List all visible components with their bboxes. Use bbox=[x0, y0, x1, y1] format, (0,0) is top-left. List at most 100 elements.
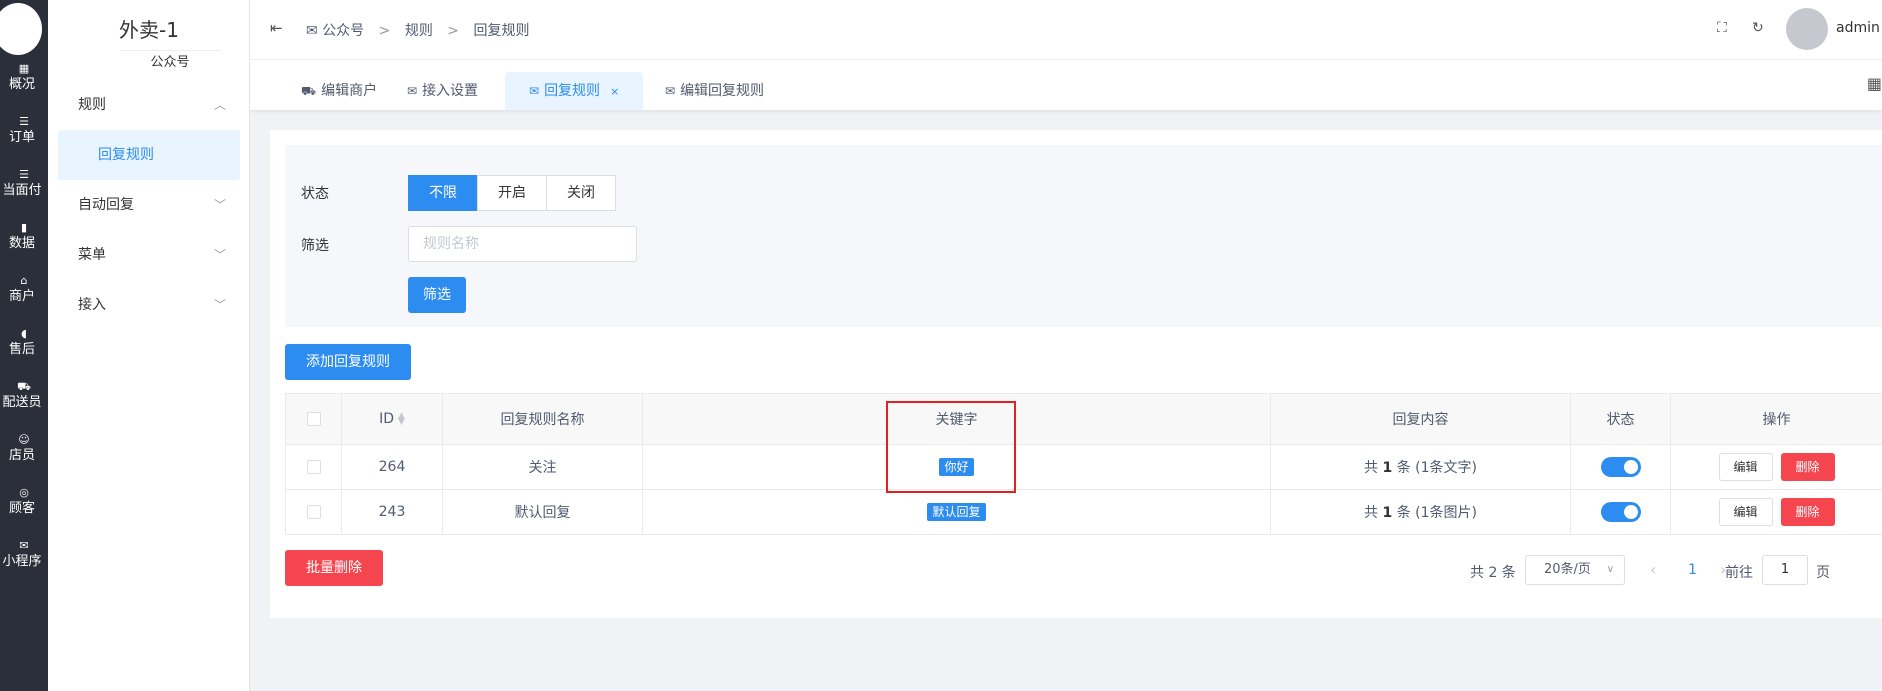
cell-id: 243 bbox=[341, 489, 443, 535]
app-rail: ▦ 概况 ☰ 订单 ☰ 当面付 ▮ 数据 ⌂ 商户 ◖ 售后 ⛟ 配送员 ☺ 店员 ◎ 顾客 ✉ 小… bbox=[0, 0, 48, 691]
rail-item-customers[interactable]: ◎ 顾客 bbox=[0, 486, 48, 518]
goto-page-input[interactable]: 1 bbox=[1762, 555, 1808, 585]
fullscreen-icon[interactable]: ⛶ bbox=[1717, 20, 1727, 36]
goto-label: 前往 bbox=[1725, 565, 1753, 581]
chevron-down-icon: ﹀ bbox=[213, 248, 226, 262]
breadcrumb-item[interactable]: 规则 bbox=[405, 23, 433, 39]
rule-name-input[interactable] bbox=[408, 226, 637, 262]
chevron-down-icon: ﹀ bbox=[213, 198, 226, 212]
prev-page-button[interactable]: ‹ bbox=[1650, 560, 1656, 579]
status-label: 状态 bbox=[301, 186, 329, 202]
column-actions: 操作 bbox=[1670, 393, 1882, 445]
menu-item-rules[interactable]: 规则 ︿ bbox=[48, 80, 250, 130]
status-all-button[interactable]: 不限 bbox=[408, 175, 478, 211]
cell-reply-content: 共 1 条 (1条图片) bbox=[1270, 489, 1571, 535]
status-toggle[interactable] bbox=[1600, 502, 1641, 522]
filter-panel: 状态 不限 开启 关闭 筛选 筛选 bbox=[285, 145, 1882, 327]
user-icon: ☺ bbox=[18, 433, 30, 446]
keyword-tag: 你好 bbox=[939, 458, 974, 476]
page-1-button[interactable]: 1 bbox=[1688, 562, 1697, 578]
edit-button[interactable]: 编辑 bbox=[1718, 498, 1773, 526]
secondary-sidebar: 外卖-1 公众号 规则 ︿ 回复规则 自动回复 ﹀ 菜单 ﹀ 接入 ﹀ bbox=[48, 0, 250, 691]
filter-button[interactable]: 筛选 bbox=[408, 277, 466, 313]
headset-icon: ◖ bbox=[21, 327, 27, 340]
rail-item-orders[interactable]: ☰ 订单 bbox=[0, 115, 48, 147]
bar-chart-icon: ▮ bbox=[20, 221, 28, 234]
top-bar: ⇤ ✉ 公众号 > 规则 > 回复规则 ⛶ ↻ admin∨ bbox=[250, 0, 1882, 60]
menu-item-menu[interactable]: 菜单 ﹀ bbox=[48, 230, 250, 280]
table-row: 243 默认回复 默认回复 共 1 条 (1条图片) 编辑 删除 bbox=[285, 489, 1882, 535]
rail-item-merchant[interactable]: ⌂ 商户 bbox=[0, 274, 48, 306]
wechat-icon: ✉ bbox=[306, 23, 318, 39]
add-reply-rule-button[interactable]: 添加回复规则 bbox=[285, 344, 411, 380]
table-row: 264 关注 你好 共 1 条 (1条文字) 编辑 删除 bbox=[285, 444, 1882, 490]
delete-button[interactable]: 删除 bbox=[1780, 453, 1835, 481]
reply-rules-table: ID ▲ ▼ 回复规则名称 关键字 回复内容 状态 操作 264 关注 你好 共 1… bbox=[285, 393, 1882, 535]
rail-item-face-pay[interactable]: ☰ 当面付 bbox=[0, 168, 48, 200]
cell-id: 264 bbox=[341, 444, 443, 490]
breadcrumb: ✉ 公众号 > 规则 > 回复规则 bbox=[306, 23, 530, 39]
page-unit: 页 bbox=[1816, 565, 1830, 581]
column-rule-name: 回复规则名称 bbox=[442, 393, 643, 445]
table-header-row: ID ▲ ▼ 回复规则名称 关键字 回复内容 状态 操作 bbox=[285, 393, 1882, 445]
menu-item-access[interactable]: 接入 ﹀ bbox=[48, 280, 250, 330]
rail-item-after-sales[interactable]: ◖ 售后 bbox=[0, 327, 48, 359]
status-off-button[interactable]: 关闭 bbox=[546, 175, 616, 211]
tab-reply-rules[interactable]: ✉ 回复规则 × bbox=[505, 72, 644, 110]
row-checkbox[interactable] bbox=[306, 460, 321, 474]
rail-avatar[interactable] bbox=[0, 3, 42, 55]
edit-button[interactable]: 编辑 bbox=[1718, 453, 1773, 481]
chevron-down-icon: ∨ bbox=[1606, 564, 1614, 575]
select-all-checkbox[interactable] bbox=[306, 412, 321, 426]
user-menu[interactable]: admin∨ bbox=[1836, 20, 1882, 36]
filter-label: 筛选 bbox=[301, 238, 329, 254]
grid-icon[interactable]: ▦ bbox=[1867, 74, 1882, 93]
status-button-group: 不限 开启 关闭 bbox=[408, 175, 616, 211]
tab-access-settings[interactable]: ✉ 接入设置 bbox=[383, 72, 502, 110]
breadcrumb-item: 回复规则 bbox=[473, 23, 530, 39]
close-icon[interactable]: × bbox=[610, 85, 619, 98]
rail-item-data[interactable]: ▮ 数据 bbox=[0, 221, 48, 253]
sort-icon[interactable]: ▲ ▼ bbox=[398, 412, 405, 427]
wechat-icon: ✉ bbox=[529, 84, 540, 98]
truck-icon: ⛟ bbox=[301, 84, 317, 98]
total-count: 共 2 条 bbox=[1470, 565, 1516, 581]
batch-delete-button[interactable]: 批量删除 bbox=[285, 550, 383, 586]
page-size-select[interactable]: 20条/页 ∨ bbox=[1525, 555, 1625, 585]
collapse-menu-icon[interactable]: ⇤ bbox=[270, 19, 283, 37]
wechat-icon: ✉ bbox=[407, 84, 418, 98]
truck-icon: ⛟ bbox=[17, 380, 31, 393]
column-reply-content: 回复内容 bbox=[1270, 393, 1571, 445]
customer-icon: ◎ bbox=[19, 486, 29, 499]
chevron-down-icon: ﹀ bbox=[213, 298, 226, 312]
cell-rule-name: 关注 bbox=[442, 444, 643, 490]
list-icon: ☰ bbox=[19, 168, 29, 181]
column-keyword: 关键字 bbox=[642, 393, 1271, 445]
wechat-icon: ✉ bbox=[665, 84, 676, 98]
wechat-icon: ✉ bbox=[19, 539, 29, 552]
rail-item-overview[interactable]: ▦ 概况 bbox=[0, 62, 48, 94]
refresh-icon[interactable]: ↻ bbox=[1752, 20, 1764, 36]
keyword-tag: 默认回复 bbox=[927, 503, 986, 521]
rail-item-courier[interactable]: ⛟ 配送员 bbox=[0, 380, 48, 412]
row-checkbox[interactable] bbox=[306, 505, 321, 519]
brand-subtitle: 公众号 bbox=[120, 50, 220, 70]
column-id[interactable]: ID ▲ ▼ bbox=[341, 393, 443, 445]
rail-item-mini-program[interactable]: ✉ 小程序 bbox=[0, 539, 48, 571]
tab-edit-reply-rule[interactable]: ✉ 编辑回复规则 bbox=[641, 72, 788, 110]
brand-title: 外卖-1 bbox=[119, 18, 179, 42]
menu-item-auto-reply[interactable]: 自动回复 ﹀ bbox=[48, 180, 250, 230]
status-on-button[interactable]: 开启 bbox=[477, 175, 547, 211]
status-toggle[interactable] bbox=[1600, 457, 1641, 477]
breadcrumb-item[interactable]: 公众号 bbox=[322, 23, 364, 39]
user-avatar[interactable] bbox=[1786, 8, 1828, 50]
rail-item-staff[interactable]: ☺ 店员 bbox=[0, 433, 48, 465]
menu-item-reply-rules[interactable]: 回复规则 bbox=[58, 130, 240, 180]
cell-rule-name: 默认回复 bbox=[442, 489, 643, 535]
store-icon: ⌂ bbox=[20, 274, 28, 287]
column-status: 状态 bbox=[1570, 393, 1671, 445]
chevron-up-icon: ︿ bbox=[213, 98, 226, 112]
list-icon: ☰ bbox=[19, 115, 29, 128]
dashboard-icon: ▦ bbox=[18, 62, 30, 75]
delete-button[interactable]: 删除 bbox=[1780, 498, 1835, 526]
